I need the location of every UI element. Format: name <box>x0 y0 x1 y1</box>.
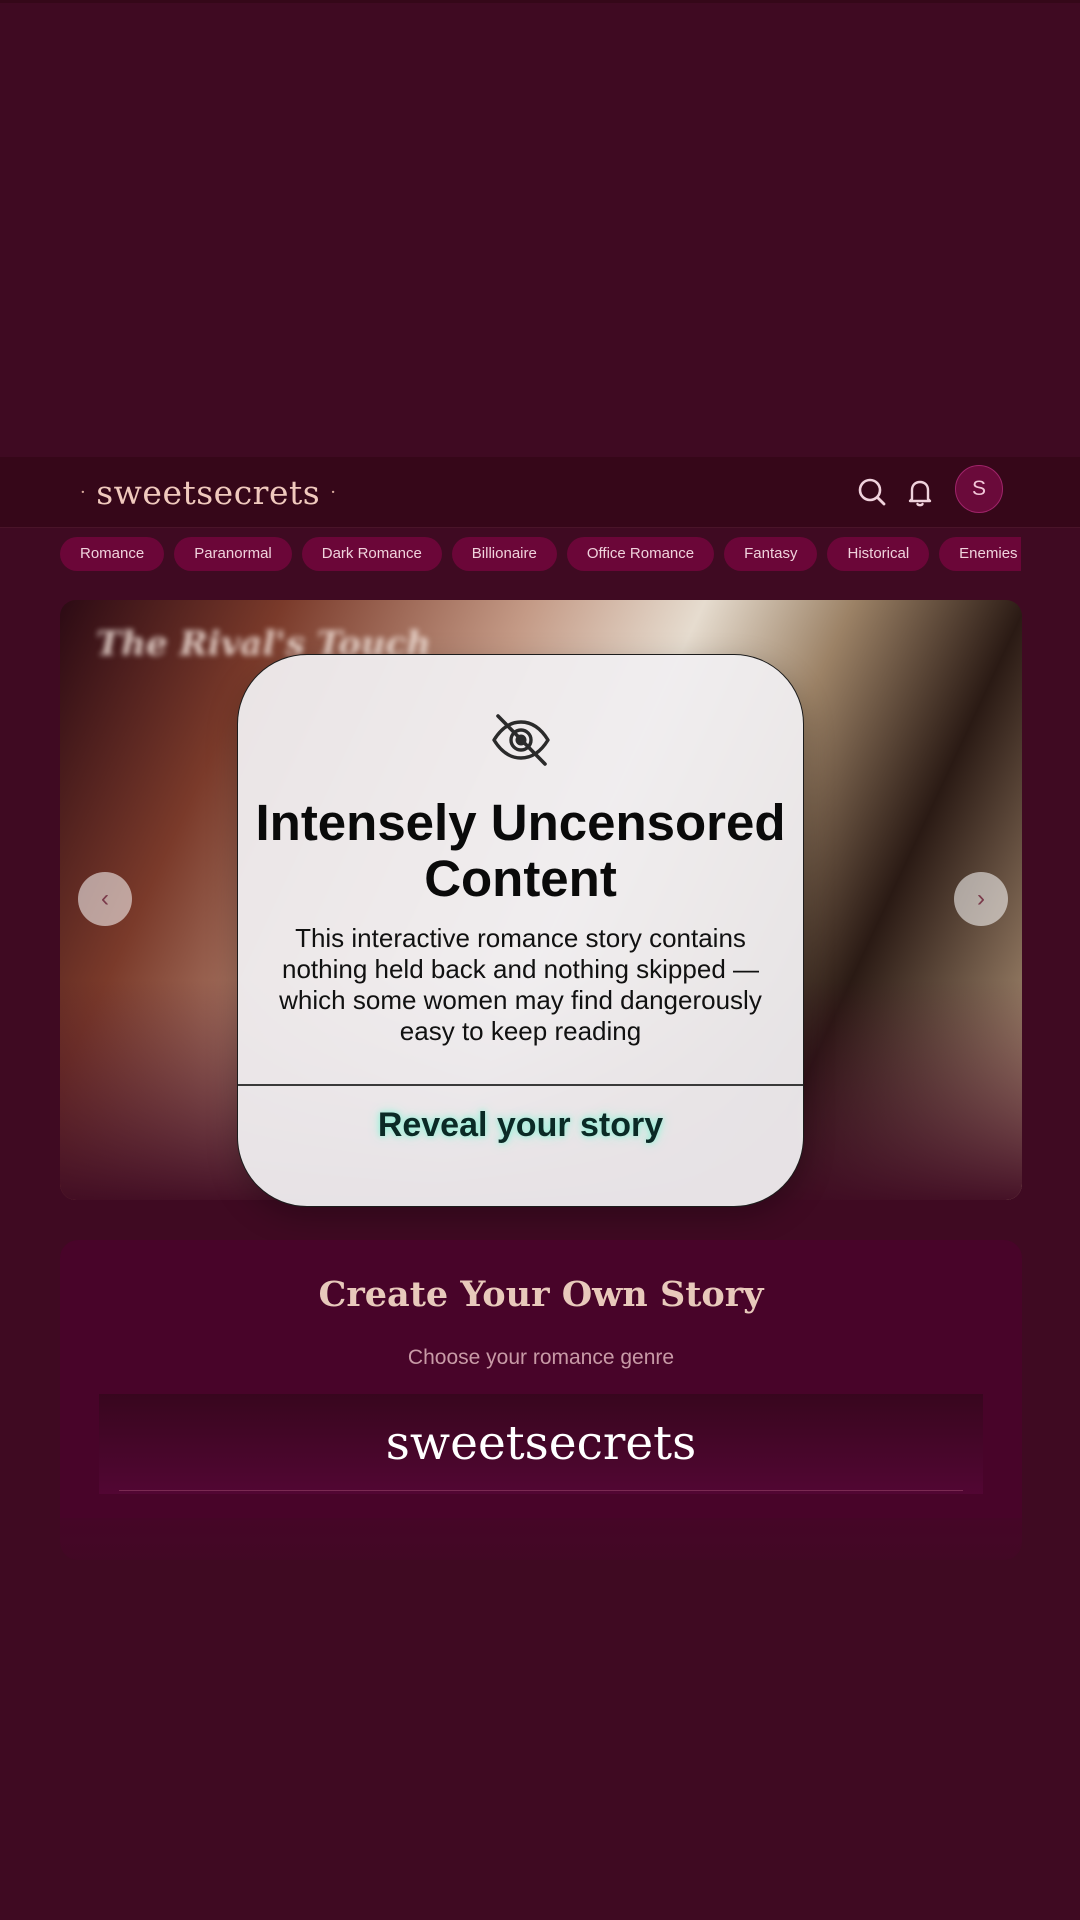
create-story-subtitle: Choose your romance genre <box>407 1346 675 1369</box>
modal-divider <box>238 1084 803 1086</box>
create-story-logo: sweetsecrets <box>385 1416 697 1471</box>
brand-logo[interactable]: · sweetsecrets · <box>80 467 336 517</box>
reveal-story-button[interactable]: Reveal your story <box>368 1107 673 1144</box>
genre-chip-bar: Romance Paranormal Dark Romance Billiona… <box>60 537 1021 571</box>
modal-title: Intensely Uncensored Content <box>255 794 786 907</box>
content-warning-modal: Intensely Uncensored Content This intera… <box>237 654 804 1207</box>
genre-chip-fantasy[interactable]: Fantasy <box>724 537 818 571</box>
create-story-title: Create Your Own Story <box>318 1274 764 1315</box>
bottom-fade <box>0 1518 1080 1608</box>
chevron-right-icon: › <box>977 885 985 912</box>
genre-chip-enemies[interactable]: Enemies <box>939 537 1021 571</box>
logo-text: sweetsecrets <box>96 472 321 512</box>
create-story-panel: sweetsecrets <box>99 1394 983 1494</box>
genre-chip-romance[interactable]: Romance <box>60 537 165 571</box>
genre-chip-paranormal[interactable]: Paranormal <box>174 537 292 571</box>
carousel-prev-button[interactable]: ‹ <box>78 872 132 926</box>
eye-slash-icon <box>492 714 550 766</box>
modal-body: This interactive romance story contains … <box>279 923 762 1046</box>
logo-dot-right: · <box>330 481 337 503</box>
genre-chip-office-romance[interactable]: Office Romance <box>566 537 715 571</box>
top-edge <box>0 0 1080 3</box>
genre-chip-dark-romance[interactable]: Dark Romance <box>301 537 442 571</box>
create-story-divider <box>119 1490 963 1491</box>
logo-dot-left: · <box>80 481 87 503</box>
carousel-next-button[interactable]: › <box>954 872 1008 926</box>
chevron-left-icon: ‹ <box>101 885 109 912</box>
genre-chip-historical[interactable]: Historical <box>827 537 930 571</box>
search-icon <box>858 478 886 506</box>
genre-chip-billionaire[interactable]: Billionaire <box>451 537 557 571</box>
bell-icon <box>908 480 932 507</box>
create-story-card: Create Your Own Story Choose your romanc… <box>60 1240 1022 1560</box>
notifications-button[interactable] <box>901 473 939 511</box>
avatar[interactable]: S <box>955 465 1003 513</box>
app-header: · sweetsecrets · S <box>0 457 1080 528</box>
search-button[interactable] <box>853 473 891 511</box>
